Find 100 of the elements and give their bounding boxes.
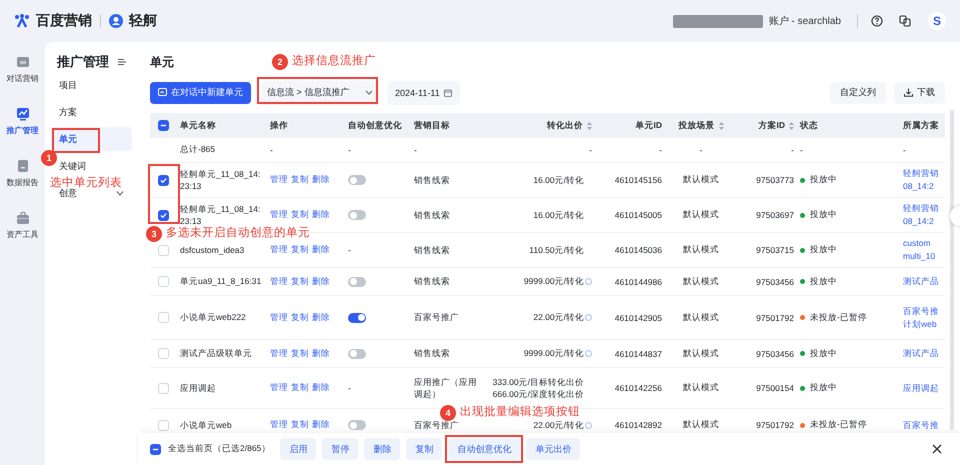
sort-icon[interactable] xyxy=(587,122,592,130)
bulk-action-button[interactable]: 复制 xyxy=(406,438,442,460)
plan-link[interactable]: 08_14:2 xyxy=(903,180,934,193)
table-cell: 4610144986 xyxy=(614,276,662,286)
date-field[interactable]: 2024-11-11 xyxy=(387,80,460,104)
toggle-switch[interactable] xyxy=(348,312,366,322)
new-unit-button[interactable]: 在对话中新建单元 xyxy=(150,82,251,104)
table-cell: 百家号推广 xyxy=(414,311,459,324)
table-cell: - xyxy=(348,145,351,155)
action-link[interactable]: 管理 xyxy=(270,244,288,256)
action-link[interactable]: 删除 xyxy=(312,312,330,324)
plan-link[interactable]: 08_14:2 xyxy=(903,215,934,228)
sort-icon[interactable] xyxy=(789,122,794,130)
action-link[interactable]: 复制 xyxy=(291,382,309,394)
action-link[interactable]: 删除 xyxy=(312,419,330,431)
table-cell: - xyxy=(414,145,417,155)
info-icon[interactable] xyxy=(585,422,592,428)
sidebar-item[interactable]: 关键词 xyxy=(59,160,86,172)
calendar-icon xyxy=(444,88,452,96)
nav-item[interactable]: 资产工具 xyxy=(6,211,38,240)
action-link[interactable]: 复制 xyxy=(291,312,309,324)
plan-link[interactable]: 应用调起 xyxy=(903,382,939,394)
nav-item[interactable]: 推广管理 xyxy=(6,107,38,136)
channel-select[interactable]: 信息流 > 信息流推广 xyxy=(261,80,379,104)
column-header: 单元名称 xyxy=(180,120,216,132)
plan-link[interactable]: 轻舸营销 xyxy=(903,167,939,180)
action-link[interactable]: 管理 xyxy=(270,312,288,324)
select-all-checkbox[interactable] xyxy=(158,120,169,131)
table-cell: 333.00元/目标转化出价 xyxy=(492,376,584,388)
action-link[interactable]: 管理 xyxy=(270,209,288,221)
plan-link[interactable]: 测试产品 xyxy=(903,275,939,288)
toggle-switch[interactable] xyxy=(348,348,366,358)
table-cell: 销售线索 xyxy=(414,244,450,256)
table-cell: 4610142905 xyxy=(614,312,662,322)
menu-icon[interactable] xyxy=(118,58,126,66)
checkbox[interactable] xyxy=(158,174,169,186)
action-link[interactable]: 管理 xyxy=(270,419,288,431)
custom-columns-button[interactable]: 自定义列 xyxy=(830,82,886,104)
action-link[interactable]: 管理 xyxy=(270,382,288,394)
plan-link[interactable]: multi_10 xyxy=(903,250,936,263)
info-icon[interactable] xyxy=(585,314,592,321)
toggle-switch[interactable] xyxy=(348,210,366,220)
toggle-switch[interactable] xyxy=(348,276,366,286)
action-link[interactable]: 复制 xyxy=(291,276,309,288)
checkbox[interactable] xyxy=(158,210,169,220)
bulk-action-button[interactable]: 自动创意优化 xyxy=(448,438,520,460)
bulk-action-button[interactable]: 启用 xyxy=(280,438,316,460)
check-icon xyxy=(160,212,167,218)
select-page-checkbox[interactable] xyxy=(150,444,161,454)
copy-icon[interactable] xyxy=(899,15,911,27)
table-cell: 销售线索 xyxy=(414,208,450,222)
table-cell: 默认模式 xyxy=(683,382,719,394)
action-link[interactable]: 删除 xyxy=(312,276,330,288)
action-link[interactable]: 管理 xyxy=(270,276,288,288)
download-button[interactable]: 下载 xyxy=(894,82,945,104)
scrollbar[interactable] xyxy=(950,110,954,430)
user-avatar[interactable]: S xyxy=(928,12,946,30)
sidebar-item[interactable]: 方案 xyxy=(59,106,77,118)
close-icon[interactable] xyxy=(932,444,942,454)
info-icon[interactable] xyxy=(585,278,592,285)
nav-item[interactable]: 对话营销 xyxy=(6,55,38,84)
table-cell: - xyxy=(903,145,906,155)
sidebar-item[interactable]: 项目 xyxy=(59,78,77,92)
action-link[interactable]: 删除 xyxy=(312,244,330,256)
plan-link[interactable]: 百家号推 xyxy=(903,304,939,318)
plan-link[interactable]: 百家号推 xyxy=(903,418,939,432)
action-link[interactable]: 复制 xyxy=(291,348,309,360)
toggle-switch[interactable] xyxy=(348,175,366,185)
table-cell: 97503715 xyxy=(756,245,794,255)
status-text: 投放中 xyxy=(810,244,837,256)
sidebar-item[interactable]: 单元 xyxy=(51,127,132,151)
action-link[interactable]: 管理 xyxy=(270,348,288,360)
info-icon[interactable] xyxy=(585,350,592,357)
plan-link[interactable]: 测试产品 xyxy=(903,347,939,360)
action-link[interactable]: 删除 xyxy=(312,209,330,221)
action-link[interactable]: 删除 xyxy=(312,348,330,360)
chevron-icon[interactable] xyxy=(116,190,124,196)
annotation-text: 选中单元列表 xyxy=(50,176,122,189)
table-cell: 销售线索 xyxy=(414,347,450,360)
sort-icon[interactable] xyxy=(718,122,724,130)
plan-link[interactable]: custom xyxy=(903,237,930,250)
action-link[interactable]: 删除 xyxy=(312,382,330,394)
bulk-action-button[interactable]: 暂停 xyxy=(322,438,358,460)
action-link[interactable]: 复制 xyxy=(291,244,309,256)
sidebar-item[interactable]: 创意 xyxy=(59,186,77,200)
action-link[interactable]: 复制 xyxy=(291,419,309,431)
help-icon[interactable] xyxy=(871,15,883,27)
action-link[interactable]: 复制 xyxy=(291,209,309,221)
bulk-action-button[interactable]: 删除 xyxy=(364,438,400,460)
action-link[interactable]: 删除 xyxy=(312,174,330,186)
action-link[interactable]: 管理 xyxy=(270,174,288,186)
toggle-switch[interactable] xyxy=(348,420,366,430)
annotation-text: 出现批量编辑选项按钮 xyxy=(460,404,580,419)
table-cell: - xyxy=(700,145,702,155)
plan-link[interactable]: 计划web xyxy=(903,318,937,330)
action-link[interactable]: 复制 xyxy=(291,174,309,186)
check-icon xyxy=(160,176,167,184)
plan-link[interactable]: 轻舸营销 xyxy=(903,202,939,215)
bulk-action-button[interactable]: 单元出价 xyxy=(526,438,580,460)
nav-item[interactable]: 数据报告 xyxy=(6,159,38,188)
